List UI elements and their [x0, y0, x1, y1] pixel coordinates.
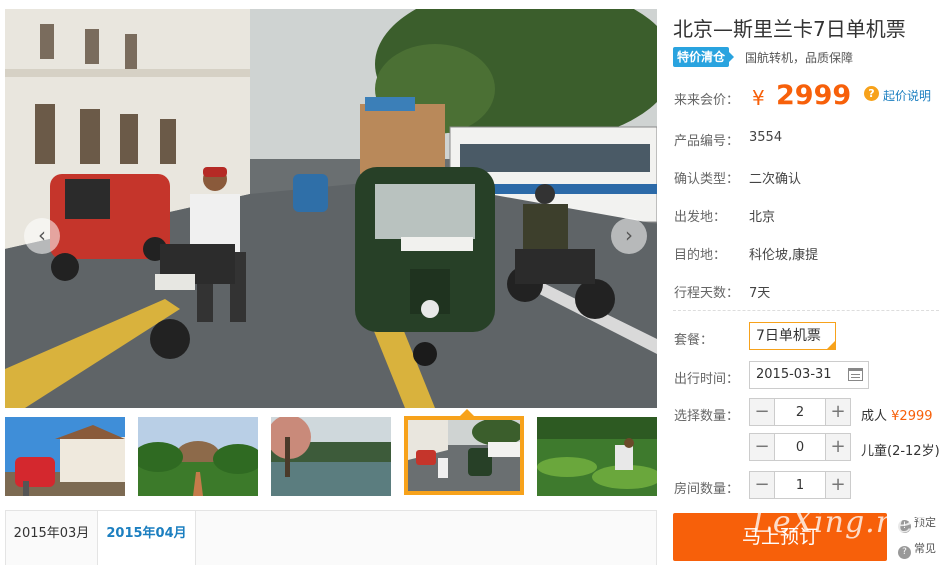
date-label: 出行时间： [674, 372, 740, 387]
tab-month-2015-03[interactable]: 2015年03月 [6, 511, 98, 565]
product-code-label: 产品编号： [674, 134, 740, 149]
adult-minus-button[interactable]: − [750, 399, 775, 425]
package-option-7day[interactable]: 7日单机票 [749, 322, 836, 350]
confirm-type-value: 二次确认 [749, 172, 802, 187]
departure-value: 北京 [749, 210, 776, 225]
section-divider [673, 310, 939, 311]
price-label: 来来会价： [674, 93, 740, 108]
lake-image [271, 417, 391, 496]
rooms-quantity-input[interactable] [775, 472, 825, 498]
thumbnail-tea-plantation[interactable] [537, 417, 657, 496]
street-image [408, 420, 520, 491]
product-detail-page: ‹ › 2015年03月 2015年04月 北京—斯里兰卡7日单机票 特价清仓 … [0, 0, 939, 565]
destination-value: 科伦坡,康提 [749, 248, 819, 263]
child-minus-button[interactable]: − [750, 434, 775, 460]
thumbnail-strip [5, 409, 657, 498]
faq-icon: ? [898, 546, 911, 559]
price-currency: ¥ [752, 86, 765, 110]
child-quantity-input[interactable] [775, 434, 825, 460]
promo-text: 国航转机，品质保障 [745, 51, 854, 65]
product-title: 北京—斯里兰卡7日单机票 [673, 17, 906, 41]
trip-days-value: 7天 [749, 286, 771, 301]
faq-text: 常见 [914, 542, 936, 555]
active-thumbnail-indicator [460, 409, 474, 416]
temple-image [5, 417, 125, 496]
thumbnail-temple[interactable] [5, 417, 125, 496]
street-scene-image [5, 9, 657, 408]
calendar-month-tabs: 2015年03月 2015年04月 [5, 510, 657, 565]
rooms-plus-button[interactable]: + [825, 472, 850, 498]
price-value: 2999 [776, 80, 852, 111]
rooms-quantity-stepper: − + [749, 471, 851, 499]
thumbnail-lake[interactable] [271, 417, 391, 496]
main-photo[interactable]: ‹ › [5, 9, 657, 408]
quantity-label: 选择数量： [674, 409, 740, 424]
destination-label: 目的地： [674, 248, 727, 263]
package-label: 套餐： [674, 333, 714, 348]
adult-quantity-stepper: − + [749, 398, 851, 426]
product-code-value: 3554 [749, 130, 783, 145]
next-image-button[interactable]: › [611, 218, 647, 254]
tea-plantation-image [537, 417, 657, 496]
price-help-link[interactable]: 起价说明 [883, 87, 931, 104]
rooms-label: 房间数量： [674, 482, 740, 497]
help-icon[interactable]: ? [864, 86, 879, 101]
travel-date-field[interactable]: 2015-03-31 [749, 361, 869, 389]
departure-label: 出发地： [674, 210, 727, 225]
adult-price-note: 成人 ¥2999 [861, 405, 933, 424]
adult-price: ¥2999 [891, 409, 933, 424]
child-plus-button[interactable]: + [825, 434, 850, 460]
watermark: LeXing.net [752, 505, 928, 540]
confirm-type-label: 确认类型： [674, 172, 740, 187]
trip-days-label: 行程天数： [674, 286, 740, 301]
adult-label: 成人 [861, 409, 888, 424]
thumbnail-sigiriya[interactable] [138, 417, 258, 496]
faq-link[interactable]: ? 常见 [898, 540, 936, 559]
rooms-minus-button[interactable]: − [750, 472, 775, 498]
prev-image-button[interactable]: ‹ [24, 218, 60, 254]
adult-quantity-input[interactable] [775, 399, 825, 425]
package-option-label: 7日单机票 [756, 328, 821, 344]
travel-date-value: 2015-03-31 [756, 367, 832, 382]
calendar-icon[interactable] [848, 368, 863, 381]
child-label: 儿童(2-12岁) [861, 444, 939, 459]
child-quantity-stepper: − + [749, 433, 851, 461]
sigiriya-image [138, 417, 258, 496]
thumbnail-street[interactable] [404, 416, 524, 495]
selected-check-icon [826, 340, 836, 350]
tab-month-2015-04[interactable]: 2015年04月 [98, 511, 196, 565]
promo-badge: 特价清仓 [673, 47, 735, 67]
adult-plus-button[interactable]: + [825, 399, 850, 425]
